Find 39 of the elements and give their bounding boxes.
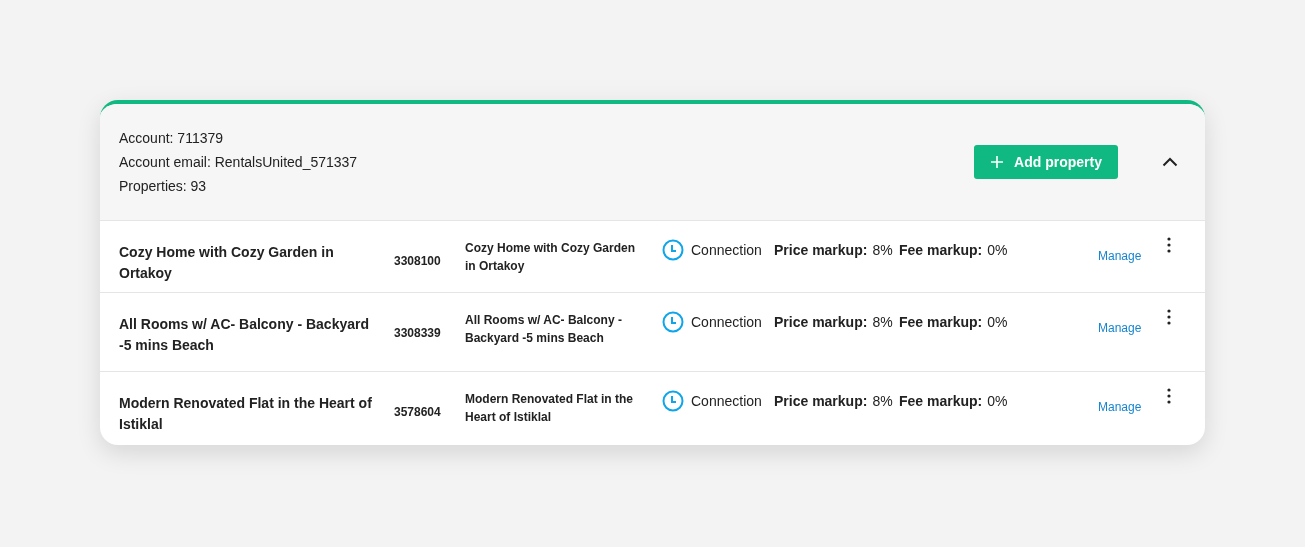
property-name: Cozy Home with Cozy Garden in Ortakoy (119, 243, 335, 283)
account-info-text: Account email: RentalsUnited_571337 (119, 153, 358, 172)
price-markup-label: Price markup: (774, 391, 868, 411)
plus-icon (990, 155, 1005, 169)
status-text: Connection (691, 240, 762, 260)
status-text: Connection (691, 391, 762, 411)
listing-name: Cozy Home with Cozy Garden in Ortakoy (465, 240, 637, 275)
status-text: Connection (691, 312, 762, 332)
property-id: 3578604 (394, 405, 441, 419)
chevron-up-icon[interactable] (1162, 157, 1178, 167)
account-info-text: Account: 711379 (119, 129, 224, 148)
clock-icon (662, 390, 684, 412)
fee-markup-label: Fee markup: (899, 391, 983, 411)
fee-markup-label: Fee markup: (899, 240, 983, 260)
add-property-button[interactable]: Add property (974, 145, 1118, 179)
manage-link[interactable]: Manage (1098, 321, 1142, 335)
more-options-icon[interactable] (1167, 309, 1171, 325)
more-options-icon[interactable] (1167, 237, 1171, 253)
listing-name: All Rooms w/ AC- Balcony - Backyard -5 mins Beach (465, 312, 623, 347)
clock-icon (662, 239, 684, 261)
price-markup-value: 8% (872, 240, 893, 260)
price-markup-label: Price markup: (774, 240, 868, 260)
more-options-icon[interactable] (1167, 388, 1171, 404)
price-markup-label: Price markup: (774, 312, 868, 332)
property-name: All Rooms w/ AC- Balcony - Backyard -5 mins Beach (119, 315, 370, 355)
fee-markup-label: Fee markup: (899, 312, 983, 332)
manage-link[interactable]: Manage (1098, 249, 1142, 263)
property-id: 3308339 (394, 326, 441, 340)
property-id: 3308100 (394, 254, 441, 268)
price-markup-value: 8% (872, 391, 893, 411)
price-markup-value: 8% (872, 312, 893, 332)
clock-icon (662, 311, 684, 333)
account-info-text: Properties: 93 (119, 177, 207, 196)
fee-markup-value: 0% (987, 312, 1008, 332)
fee-markup-value: 0% (987, 391, 1008, 411)
listing-name: Modern Renovated Flat in the Heart of Istiklal (465, 391, 634, 426)
property-name: Modern Renovated Flat in the Heart of Istiklal (119, 394, 373, 434)
manage-link[interactable]: Manage (1098, 400, 1142, 414)
fee-markup-value: 0% (987, 240, 1008, 260)
